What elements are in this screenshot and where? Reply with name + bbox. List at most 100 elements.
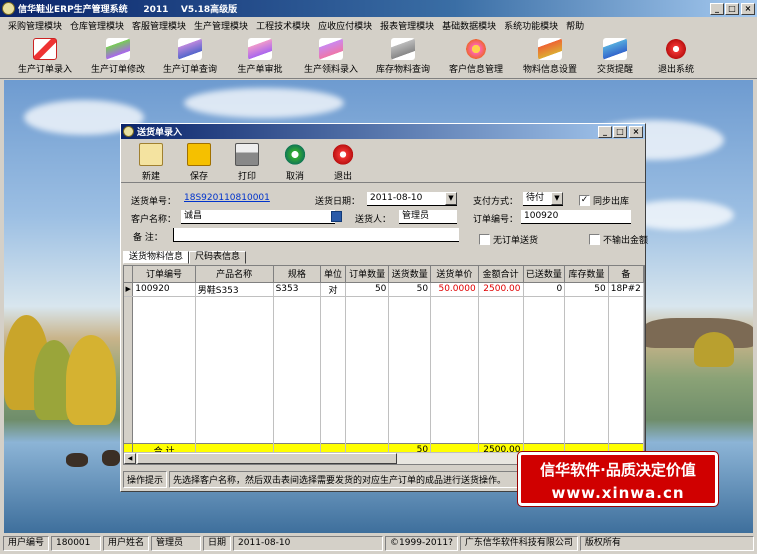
delivery-items-grid[interactable]: 订单编号 产品名称 规格 单位 订单数量 送货数量 送货单价 金额合计 已送数量… — [123, 265, 645, 465]
table-cell[interactable]: 50 — [388, 282, 432, 297]
maximize-button[interactable]: □ — [725, 2, 739, 15]
table-cell[interactable]: 18P#2 — [608, 282, 644, 297]
sender-field[interactable]: 管理员 — [399, 210, 457, 224]
table-cell[interactable]: 50 — [345, 282, 390, 297]
order-edit-button[interactable]: 生产订单修改 — [82, 34, 154, 78]
table-cell[interactable]: 男鞋S353 — [195, 282, 274, 297]
delivery-form: 送货单号： 18S920110810001 送货日期： 2011-08-10 ▼… — [121, 183, 648, 249]
refresh-icon — [283, 143, 307, 166]
remark-field[interactable] — [173, 228, 459, 242]
delivery-no-field[interactable]: 18S920110810001 — [181, 192, 291, 206]
delivery-no-label: 送货单号： — [131, 197, 177, 207]
lookup-icon[interactable] — [331, 211, 342, 222]
date-label: 日期 — [203, 536, 232, 551]
new-button[interactable]: 新建 — [127, 143, 175, 182]
status-bar: 用户编号 180001 用户姓名 管理员 日期 2011-08-10 ©1999… — [0, 533, 757, 554]
feather-icon — [391, 38, 415, 60]
table-cell[interactable]: 50 — [564, 282, 609, 297]
user-no-label: 用户编号 — [3, 536, 50, 551]
table-cell[interactable]: 2500.00 — [478, 282, 524, 297]
column-header[interactable]: 送货数量 — [388, 266, 432, 283]
order-approve-button[interactable]: 生产单审批 — [226, 34, 294, 78]
material-issue-button[interactable]: 生产领料录入 — [294, 34, 368, 78]
delivery-reminder-button[interactable]: 交货提醒 — [586, 34, 644, 78]
menu-production[interactable]: 生产管理模块 — [190, 19, 252, 32]
grid-header-row: 订单编号 产品名称 规格 单位 订单数量 送货数量 送货单价 金额合计 已送数量… — [124, 266, 644, 283]
order-no-field[interactable]: 100920 — [521, 210, 631, 224]
column-header[interactable]: 已送数量 — [523, 266, 566, 283]
menu-warehouse[interactable]: 仓库管理模块 — [66, 19, 128, 32]
dialog-minimize-button[interactable]: _ — [598, 125, 612, 138]
main-toolbar: 生产订单录入 生产订单修改 生产订单查询 生产单审批 生产领料录入 库存物料查询… — [0, 34, 757, 79]
material-settings-button[interactable]: 物料信息设置 — [514, 34, 586, 78]
dialog-maximize-button[interactable]: □ — [613, 125, 627, 138]
save-icon — [187, 143, 211, 166]
column-header[interactable]: 金额合计 — [478, 266, 524, 283]
menu-bar: 采购管理模块 仓库管理模块 客服管理模块 生产管理模块 工程技术模块 应收应付模… — [0, 17, 757, 34]
column-header[interactable]: 规格 — [273, 266, 322, 283]
chevron-down-icon[interactable]: ▼ — [445, 192, 457, 205]
copyright: ©1999-2011? — [385, 536, 458, 551]
promo-url: www.xinwa.cn — [551, 484, 685, 502]
delivery-date-field[interactable]: 2011-08-10 ▼ — [367, 192, 457, 206]
column-header[interactable]: 备 — [608, 266, 644, 283]
stock-query-button[interactable]: 库存物料查询 — [368, 34, 438, 78]
tab-size-chart[interactable]: 尺码表信息 — [189, 251, 247, 264]
dialog-logo-icon — [123, 126, 134, 137]
user-name-value: 管理员 — [151, 536, 202, 551]
table-cell[interactable]: 对 — [320, 282, 346, 297]
flower-icon — [464, 38, 488, 60]
table-cell[interactable]: 50.0000 — [430, 282, 479, 297]
menu-finance[interactable]: 应收应付模块 — [314, 19, 376, 32]
dialog-title-bar: 送货单录入 _ □ × — [121, 124, 645, 139]
menu-base-data[interactable]: 基础数据模块 — [438, 19, 500, 32]
column-header[interactable]: 订单编号 — [132, 266, 196, 283]
menu-system[interactable]: 系统功能模块 — [500, 19, 562, 32]
checkbox-box: ✓ — [579, 195, 590, 206]
menu-purchase[interactable]: 采购管理模块 — [4, 19, 66, 32]
customer-label: 客户名称： — [131, 215, 177, 225]
sync-outbound-checkbox[interactable]: ✓ 同步出库 — [579, 194, 629, 207]
rights-text: 版权所有 — [579, 536, 754, 551]
company-name: 广东信华软件科技有限公司 — [459, 536, 578, 551]
menu-service[interactable]: 客服管理模块 — [128, 19, 190, 32]
payment-select[interactable]: 待付 ▼ — [523, 192, 563, 206]
minimize-button[interactable]: _ — [710, 2, 724, 15]
column-header[interactable]: 单位 — [320, 266, 346, 283]
order-query-button[interactable]: 生产订单查询 — [154, 34, 226, 78]
feather-icon — [106, 38, 130, 60]
column-header[interactable]: 库存数量 — [564, 266, 609, 283]
print-button[interactable]: 打印 — [223, 143, 271, 182]
customer-field[interactable]: 诚昌 — [181, 210, 335, 224]
order-entry-button[interactable]: 生产订单录入 — [8, 34, 82, 78]
column-header[interactable]: 产品名称 — [195, 266, 274, 283]
dialog-close-button[interactable]: × — [629, 125, 643, 138]
table-cell[interactable]: 100920 — [132, 282, 196, 297]
chevron-down-icon[interactable]: ▼ — [551, 192, 563, 205]
save-button[interactable]: 保存 — [175, 143, 223, 182]
menu-engineering[interactable]: 工程技术模块 — [252, 19, 314, 32]
tab-delivery-items[interactable]: 送货物料信息 — [123, 251, 190, 264]
scroll-thumb[interactable] — [137, 453, 397, 464]
feather-icon — [248, 38, 272, 60]
cancel-button[interactable]: 取消 — [271, 143, 319, 182]
menu-help[interactable]: 帮助 — [562, 19, 588, 32]
no-order-checkbox[interactable]: 无订单送货 — [479, 233, 538, 246]
hide-amount-checkbox[interactable]: 不输出金额 — [589, 233, 648, 246]
table-cell[interactable]: 0 — [523, 282, 566, 297]
menu-reports[interactable]: 报表管理模块 — [376, 19, 438, 32]
close-button[interactable]: × — [741, 2, 755, 15]
column-header[interactable]: 订单数量 — [345, 266, 390, 283]
table-cell[interactable]: S353 — [273, 282, 322, 297]
column-header[interactable]: 送货单价 — [430, 266, 479, 283]
exit-button[interactable]: 退出 — [319, 143, 367, 182]
scroll-left-icon[interactable]: ◀ — [124, 453, 136, 464]
app-logo-icon — [2, 2, 15, 15]
table-row[interactable]: ▶ 100920 男鞋S353 S353 对 50 50 50.0000 250… — [124, 282, 644, 297]
customer-info-button[interactable]: 客户信息管理 — [438, 34, 514, 78]
delivery-date-label: 送货日期： — [315, 197, 361, 207]
checkbox-box — [479, 234, 490, 245]
exit-system-button[interactable]: 退出系统 — [644, 34, 708, 78]
feather-icon — [603, 38, 627, 60]
exit-icon — [331, 143, 355, 166]
